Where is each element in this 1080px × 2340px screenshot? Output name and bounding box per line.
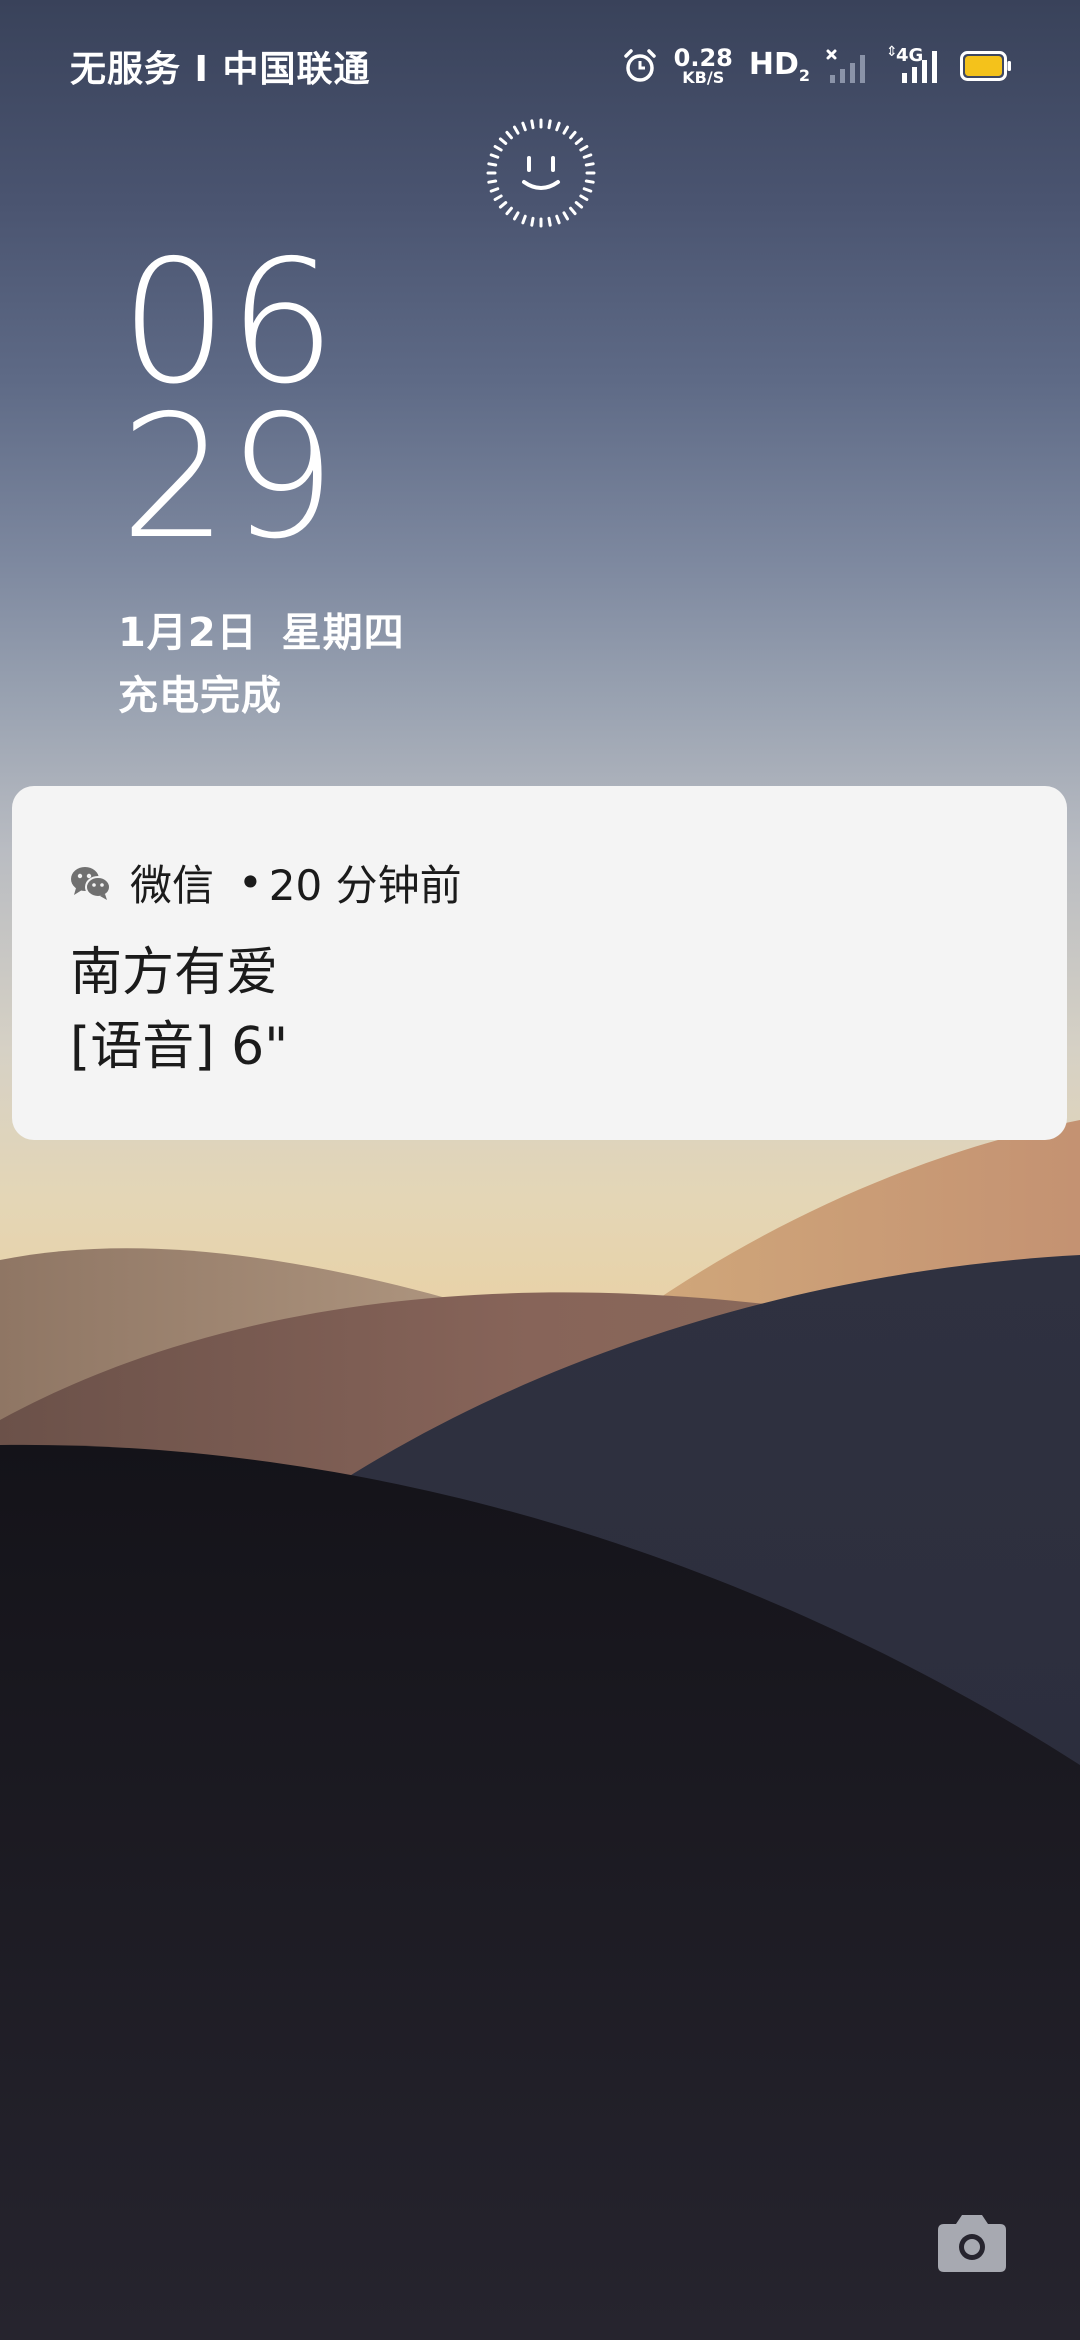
status-bar: 无服务 I 中国联通 0.28 KB/S HD2 4G ⇕: [0, 0, 1080, 130]
battery-icon: [960, 51, 1011, 81]
clock-minute: 29: [120, 379, 337, 577]
alarm-icon: [623, 49, 656, 82]
charge-status: 充电完成: [118, 673, 282, 719]
notification-sender: 南方有爱: [70, 943, 279, 1003]
network-speed: 0.28 KB/S: [674, 46, 733, 86]
signal-4g-icon: 4G ⇕: [886, 45, 944, 85]
face-unlock-icon[interactable]: [486, 118, 596, 228]
notification-card[interactable]: 微信 • 20 分钟前 南方有爱 [语音] 6": [12, 786, 1067, 1140]
notification-separator: •: [238, 858, 263, 907]
lock-clock: 06 29: [120, 238, 337, 577]
network-speed-unit: KB/S: [682, 68, 725, 87]
lock-screen: 无服务 I 中国联通 0.28 KB/S HD2 4G ⇕ 06 29 1月2日…: [0, 0, 1080, 2340]
network-speed-value: 0.28: [673, 44, 733, 72]
carrier-label: 无服务 I 中国联通: [70, 49, 371, 90]
wechat-icon: [71, 866, 111, 900]
notification-app-name: 微信: [130, 861, 215, 910]
notification-message: [语音] 6": [70, 1017, 289, 1077]
date-line: 1月2日 星期四: [118, 600, 405, 658]
date-label: 1月2日: [118, 610, 258, 656]
camera-icon[interactable]: [936, 2210, 1008, 2274]
hd-label: HD: [748, 47, 799, 82]
signal-sim1-no-service-icon: [826, 49, 865, 83]
hd-index: 2: [798, 66, 810, 85]
notification-time: 20 分钟前: [268, 861, 462, 910]
weekday-label: 星期四: [281, 610, 405, 656]
notification-header: 微信 • 20 分钟前: [70, 852, 462, 913]
status-icons: 0.28 KB/S HD2 4G ⇕: [622, 42, 1012, 90]
hd-icon: HD2: [749, 47, 810, 85]
